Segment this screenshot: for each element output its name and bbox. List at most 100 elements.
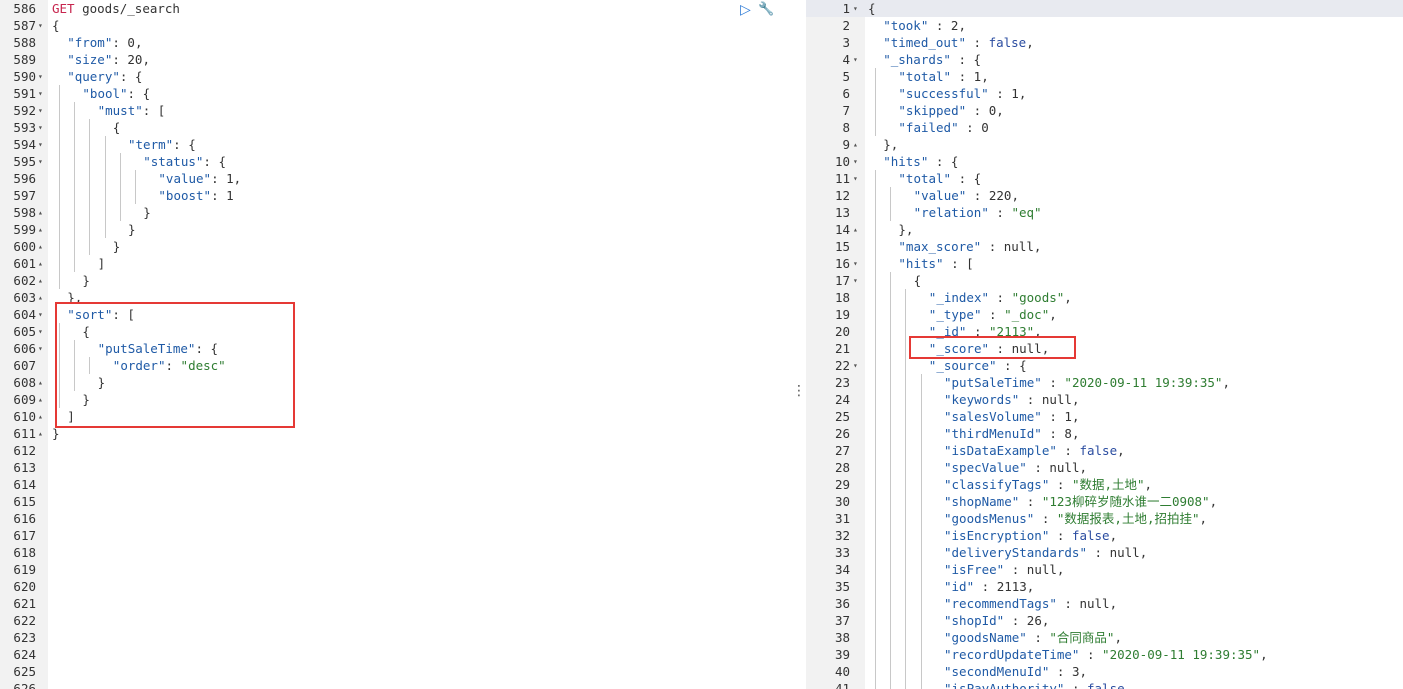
code-line[interactable]: 587 ▾ { [0, 17, 790, 34]
response-code[interactable]: 1 ▾{2 "took" : 2, 3 "timed_out" : false, 4 ▾ "_… [806, 0, 1403, 689]
code-line[interactable]: 596 "value": 1, [0, 170, 790, 187]
code-line[interactable]: 605 ▾ { [0, 323, 790, 340]
fold-open-icon[interactable]: ▾ [853, 170, 858, 187]
code-line[interactable]: 618 [0, 544, 790, 561]
code-line[interactable]: 13 "relation" : "eq" [806, 204, 1403, 221]
fold-close-icon[interactable]: ▴ [38, 221, 43, 238]
fold-close-icon[interactable]: ▴ [38, 238, 43, 255]
code-line[interactable]: 37 "shopId" : 26, [806, 612, 1403, 629]
fold-open-icon[interactable]: ▾ [38, 119, 43, 136]
request-code[interactable]: 586 GET goods/_search 587 ▾{588 "from": 0, 58… [0, 0, 790, 689]
fold-open-icon[interactable]: ▾ [38, 136, 43, 153]
code-line[interactable]: 15 "max_score" : null, [806, 238, 1403, 255]
code-line[interactable]: 601 ▴] [0, 255, 790, 272]
code-line[interactable]: 5 "total" : 1, [806, 68, 1403, 85]
code-line[interactable]: 14 ▴}, [806, 221, 1403, 238]
code-line[interactable]: 598 ▴} [0, 204, 790, 221]
code-line[interactable]: 595 ▾ "status": { [0, 153, 790, 170]
code-line[interactable]: 614 [0, 476, 790, 493]
fold-open-icon[interactable]: ▾ [853, 153, 858, 170]
fold-close-icon[interactable]: ▴ [38, 289, 43, 306]
code-line[interactable]: 18 "_index" : "goods", [806, 289, 1403, 306]
code-line[interactable]: 608 ▴} [0, 374, 790, 391]
code-line[interactable]: 7 "skipped" : 0, [806, 102, 1403, 119]
code-line[interactable]: 617 [0, 527, 790, 544]
fold-open-icon[interactable]: ▾ [38, 306, 43, 323]
wrench-icon[interactable]: 🔧 [758, 2, 774, 18]
code-line[interactable]: 23 "putSaleTime" : "2020-09-11 19:39:35", [806, 374, 1403, 391]
code-line[interactable]: 35 "id" : 2113, [806, 578, 1403, 595]
code-line[interactable]: 593 ▾ { [0, 119, 790, 136]
code-line[interactable]: 8 "failed" : 0 [806, 119, 1403, 136]
code-line[interactable]: 606 ▾ "putSaleTime": { [0, 340, 790, 357]
fold-open-icon[interactable]: ▾ [38, 102, 43, 119]
code-line[interactable]: 625 [0, 663, 790, 680]
code-line[interactable]: 607 "order": "desc" [0, 357, 790, 374]
code-line[interactable]: 19 "_type" : "_doc", [806, 306, 1403, 323]
code-line[interactable]: 22 ▾ "_source" : { [806, 357, 1403, 374]
play-icon[interactable]: ▷ [740, 2, 751, 18]
fold-open-icon[interactable]: ▾ [38, 85, 43, 102]
code-line[interactable]: 620 [0, 578, 790, 595]
code-line[interactable]: 599 ▴} [0, 221, 790, 238]
code-line[interactable]: 20 "_id" : "2113", [806, 323, 1403, 340]
code-line[interactable]: 26 "thirdMenuId" : 8, [806, 425, 1403, 442]
code-line[interactable]: 616 [0, 510, 790, 527]
code-line[interactable]: 25 "salesVolume" : 1, [806, 408, 1403, 425]
fold-open-icon[interactable]: ▾ [853, 357, 858, 374]
code-line[interactable]: 2 "took" : 2, [806, 17, 1403, 34]
fold-close-icon[interactable]: ▴ [38, 255, 43, 272]
code-line[interactable]: 10 ▾ "hits" : { [806, 153, 1403, 170]
code-line[interactable]: 4 ▾ "_shards" : { [806, 51, 1403, 68]
code-line[interactable]: 588 "from": 0, [0, 34, 790, 51]
code-line[interactable]: 604 ▾ "sort": [ [0, 306, 790, 323]
fold-open-icon[interactable]: ▾ [38, 17, 43, 34]
code-line[interactable]: 623 [0, 629, 790, 646]
code-line[interactable]: 9 ▴}, [806, 136, 1403, 153]
code-line[interactable]: 34 "isFree" : null, [806, 561, 1403, 578]
fold-open-icon[interactable]: ▾ [853, 51, 858, 68]
fold-open-icon[interactable]: ▾ [38, 153, 43, 170]
code-line[interactable]: 38 "goodsName" : "合同商品", [806, 629, 1403, 646]
code-line[interactable]: 613 [0, 459, 790, 476]
code-line[interactable]: 597 "boost": 1 [0, 187, 790, 204]
fold-close-icon[interactable]: ▴ [853, 221, 858, 238]
code-line[interactable]: 622 [0, 612, 790, 629]
code-line[interactable]: 591 ▾ "bool": { [0, 85, 790, 102]
code-line[interactable]: 592 ▾ "must": [ [0, 102, 790, 119]
fold-close-icon[interactable]: ▴ [38, 374, 43, 391]
request-editor[interactable]: 586 GET goods/_search 587 ▾{588 "from": 0, 58… [0, 0, 790, 689]
pane-resize-handle[interactable]: ⋮ [792, 383, 806, 407]
code-line[interactable]: 41 "isPayAuthority" : false [806, 680, 1403, 689]
code-line[interactable]: 590 ▾ "query": { [0, 68, 790, 85]
fold-open-icon[interactable]: ▾ [38, 323, 43, 340]
code-line[interactable]: 28 "specValue" : null, [806, 459, 1403, 476]
code-line[interactable]: 36 "recommendTags" : null, [806, 595, 1403, 612]
fold-close-icon[interactable]: ▴ [853, 136, 858, 153]
code-line[interactable]: 624 [0, 646, 790, 663]
code-line[interactable]: 32 "isEncryption" : false, [806, 527, 1403, 544]
code-line[interactable]: 586 GET goods/_search [0, 0, 790, 17]
code-line[interactable]: 33 "deliveryStandards" : null, [806, 544, 1403, 561]
code-line[interactable]: 594 ▾ "term": { [0, 136, 790, 153]
code-line[interactable]: 29 "classifyTags" : "数据,土地", [806, 476, 1403, 493]
code-line[interactable]: 619 [0, 561, 790, 578]
code-line[interactable]: 615 [0, 493, 790, 510]
code-line[interactable]: 600 ▴} [0, 238, 790, 255]
fold-open-icon[interactable]: ▾ [38, 68, 43, 85]
fold-close-icon[interactable]: ▴ [38, 391, 43, 408]
code-line[interactable]: 30 "shopName" : "123柳碎岁随水谁一二0908", [806, 493, 1403, 510]
code-line[interactable]: 27 "isDataExample" : false, [806, 442, 1403, 459]
code-line[interactable]: 17 ▾ { [806, 272, 1403, 289]
code-line[interactable]: 603 ▴}, [0, 289, 790, 306]
fold-open-icon[interactable]: ▾ [853, 272, 858, 289]
code-line[interactable]: 39 "recordUpdateTime" : "2020-09-11 19:39… [806, 646, 1403, 663]
code-line[interactable]: 611 ▴} [0, 425, 790, 442]
code-line[interactable]: 21 "_score" : null, [806, 340, 1403, 357]
code-line[interactable]: 609 ▴} [0, 391, 790, 408]
fold-open-icon[interactable]: ▾ [38, 340, 43, 357]
code-line[interactable]: 612 [0, 442, 790, 459]
fold-close-icon[interactable]: ▴ [38, 408, 43, 425]
code-line[interactable]: 1 ▾ { [806, 0, 1403, 17]
fold-close-icon[interactable]: ▴ [38, 272, 43, 289]
